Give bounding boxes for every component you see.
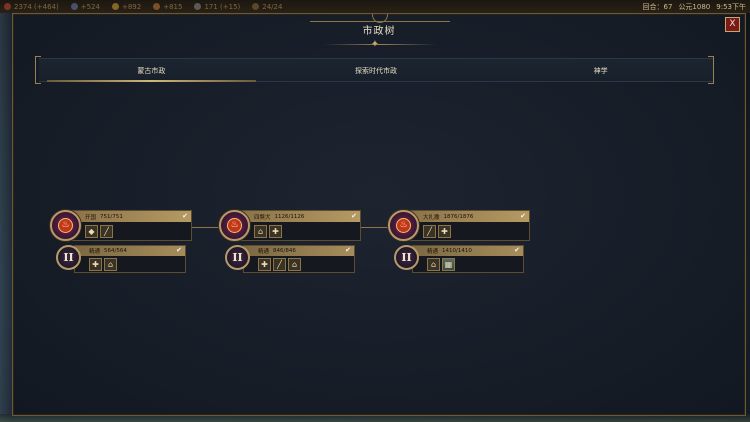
tree-connector	[191, 227, 219, 228]
mastery-unlocks: ✚ ╱ ⌂	[244, 256, 354, 271]
civic-header: 开国 751/751 ✔	[69, 211, 191, 222]
civic-medal: ♨	[388, 210, 419, 241]
settlement-icon	[252, 3, 260, 10]
civic-medal: ♨	[219, 210, 250, 241]
mastery-name: 精通	[258, 249, 270, 255]
population-icon	[194, 3, 202, 10]
check-icon: ✔	[176, 246, 182, 254]
civic-unlocks: ╱ ✚	[407, 222, 529, 238]
civic-name: 四獒犬	[254, 214, 271, 221]
mastery-unlocks: ✚ ⌂	[75, 256, 185, 271]
check-icon: ✔	[345, 246, 351, 254]
civic-unlocks: ◆ ╱	[69, 222, 191, 238]
close-button[interactable]: X	[725, 17, 740, 32]
clock: 9:53下午	[716, 2, 746, 11]
flame-icon: ♨	[227, 218, 242, 233]
civic-node-siaoquan[interactable]: 四獒犬 1126/1126 ✔ ⌂ ✚ ♨ 精通 846/846 ✔ ✚ ╱ ⌂	[219, 210, 361, 276]
building-icon[interactable]: ⌂	[288, 258, 301, 271]
tab-exploration-civics[interactable]: 探索时代市政	[264, 59, 489, 81]
civic-card: 大扎撒 1876/1876 ✔ ╱ ✚	[406, 210, 530, 241]
flame-icon: ♨	[396, 218, 411, 233]
check-icon: ✔	[182, 212, 188, 220]
year-display: 公元1080	[678, 2, 711, 11]
civic-unlocks: ⌂ ✚	[238, 222, 360, 238]
mastery-progress: 564/564	[104, 248, 127, 254]
mastery-card[interactable]: 精通 564/564 ✔ ✚ ⌂	[74, 245, 186, 273]
resource-production: +524	[70, 3, 100, 11]
turn-info: 回合：67 公元1080 9:53下午	[643, 0, 746, 13]
civic-header: 四獒犬 1126/1126 ✔	[238, 211, 360, 222]
resource-population: 171 (+15)	[194, 3, 240, 11]
mastery-header: 精通 846/846 ✔	[244, 246, 354, 256]
mastery-unlocks: ⌂ ▦	[413, 256, 523, 271]
civics-tabs: 蒙古市政 探索时代市政 神学	[39, 58, 713, 82]
tab-theology[interactable]: 神学	[488, 59, 713, 81]
turn-counter: 回合：67	[642, 2, 673, 11]
tree-connector	[360, 227, 388, 228]
mastery-progress: 846/846	[273, 248, 296, 254]
civic-name: 开国	[85, 214, 97, 221]
tool-icon[interactable]: ╱	[423, 225, 436, 238]
plus-icon[interactable]: ✚	[89, 258, 102, 271]
flame-icon: ♨	[58, 218, 73, 233]
mastery-card[interactable]: 精通 846/846 ✔ ✚ ╱ ⌂	[243, 245, 355, 273]
civic-card: 四獒犬 1126/1126 ✔ ⌂ ✚	[237, 210, 361, 241]
plus-icon[interactable]: ✚	[438, 225, 451, 238]
resource-faith: +815	[153, 3, 182, 11]
food-icon	[4, 3, 11, 10]
civic-card: 开国 751/751 ✔ ◆ ╱	[68, 210, 192, 241]
mastery-card[interactable]: 精通 1410/1410 ✔ ⌂ ▦	[412, 245, 524, 273]
mastery-name: 精通	[427, 249, 439, 255]
mastery-medal-icon: II	[56, 245, 81, 270]
civic-header: 大扎撒 1876/1876 ✔	[407, 211, 529, 222]
tool-icon[interactable]: ╱	[100, 225, 113, 238]
civic-node-kaiguo[interactable]: 开国 751/751 ✔ ◆ ╱ ♨ 精通 564/564 ✔ ✚ ⌂ II	[50, 210, 192, 276]
civic-progress: 1126/1126	[274, 213, 305, 220]
check-icon: ✔	[520, 212, 526, 220]
mastery-header: 精通 564/564 ✔	[75, 246, 185, 256]
civics-tree-window: 市政树 ✦ X 蒙古市政 探索时代市政 神学 开国 751/751 ✔ ◆ ╱ …	[12, 13, 746, 416]
mastery-name: 精通	[89, 249, 101, 255]
resource-gold: +892	[111, 3, 141, 11]
faith-icon	[153, 3, 161, 10]
gold-icon	[111, 3, 119, 10]
civic-progress: 1876/1876	[443, 213, 474, 220]
building-icon[interactable]: ⌂	[254, 225, 267, 238]
check-icon: ✔	[514, 246, 520, 254]
building-icon[interactable]: ⌂	[104, 258, 117, 271]
check-icon: ✔	[351, 212, 357, 220]
plus-icon[interactable]: ✚	[258, 258, 271, 271]
production-icon	[70, 3, 78, 10]
tradition-icon[interactable]: ◆	[85, 225, 98, 238]
mastery-medal-icon: II	[394, 245, 419, 270]
mastery-progress: 1410/1410	[442, 248, 472, 254]
tab-mongol-civics[interactable]: 蒙古市政	[39, 59, 264, 82]
civic-progress: 751/751	[100, 213, 123, 220]
building-icon[interactable]: ⌂	[427, 258, 440, 271]
tool-icon[interactable]: ╱	[273, 258, 286, 271]
star-ornament-icon: ✦	[370, 39, 380, 50]
resource-settlements: 24/24	[252, 3, 282, 11]
mastery-medal-icon: II	[225, 245, 250, 270]
mastery-header: 精通 1410/1410 ✔	[413, 246, 523, 256]
window-title: 市政树	[362, 26, 396, 37]
title-ornament	[310, 8, 450, 23]
civic-name: 大扎撒	[423, 214, 440, 221]
plus-icon[interactable]: ✚	[269, 225, 282, 238]
civic-medal: ♨	[50, 210, 81, 241]
resource-food: 2374 (+464)	[4, 3, 59, 11]
landscape-icon[interactable]: ▦	[442, 258, 455, 271]
civic-node-dazhasa[interactable]: 大扎撒 1876/1876 ✔ ╱ ✚ ♨ 精通 1410/1410 ✔ ⌂ ▦…	[388, 210, 530, 276]
